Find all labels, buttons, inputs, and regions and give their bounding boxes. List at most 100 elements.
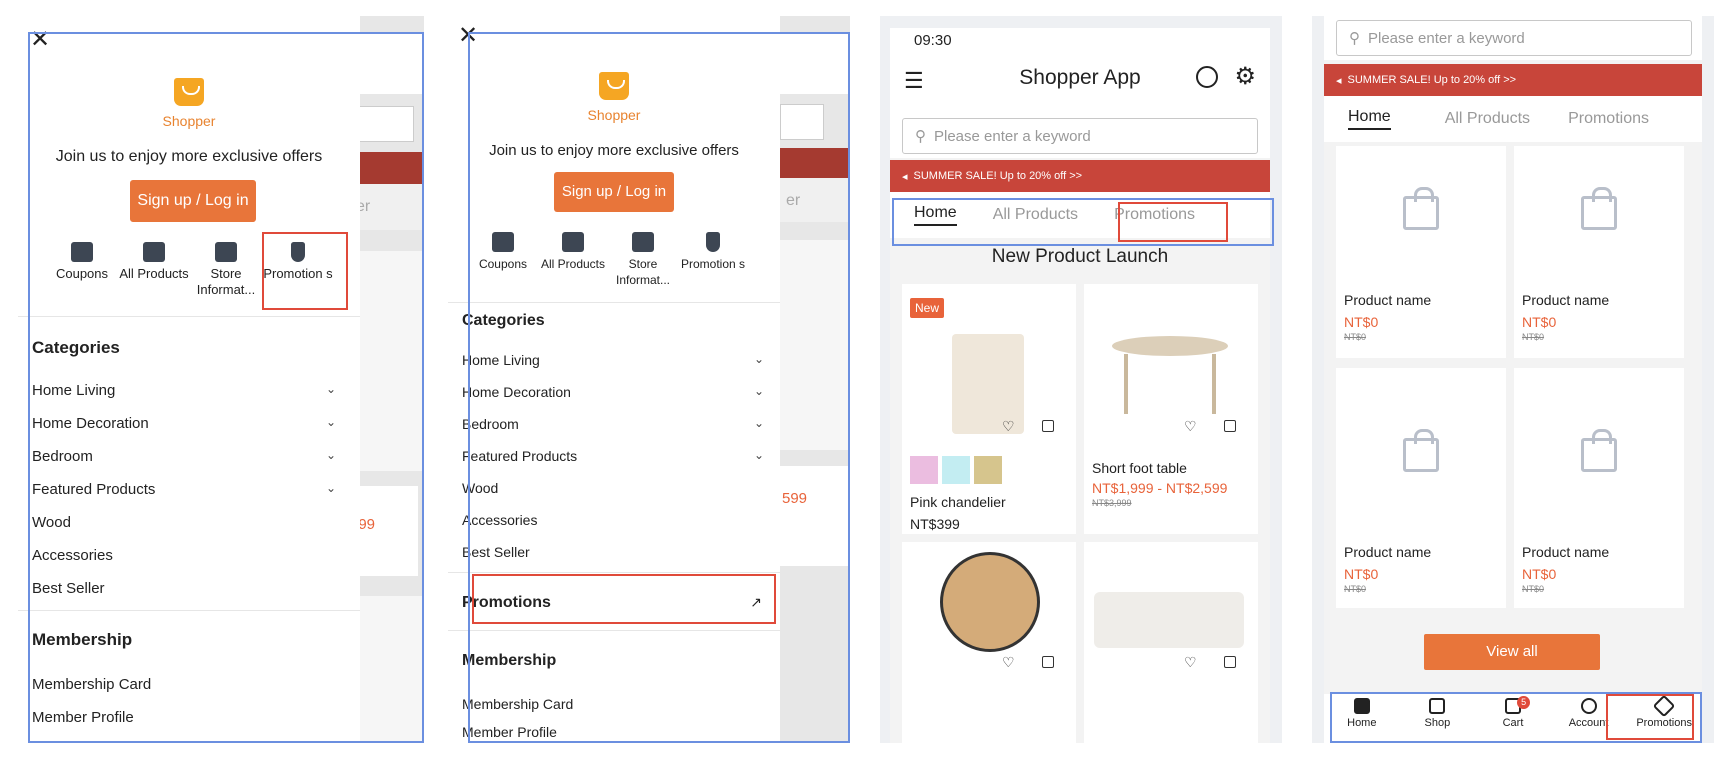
- chevron-down-icon[interactable]: ⌄: [326, 415, 336, 432]
- membership-heading: Membership: [462, 652, 557, 669]
- promotions-link[interactable]: Promotions ↗: [462, 594, 762, 612]
- category-item[interactable]: Home Living ⌄: [462, 352, 764, 368]
- quick-links: Coupons All Products Store Informat... P…: [46, 242, 356, 298]
- membership-item[interactable]: Membership Card: [462, 696, 764, 712]
- quick-link-promotions[interactable]: Promotion s: [262, 242, 334, 298]
- nav-shop[interactable]: Shop: [1400, 694, 1476, 743]
- quick-link-coupons[interactable]: Coupons: [46, 242, 118, 298]
- view-all-button[interactable]: View all: [1424, 634, 1600, 670]
- join-text: Join us to enjoy more exclusive offers: [55, 148, 323, 165]
- swatch-tan[interactable]: [974, 456, 1002, 484]
- chevron-down-icon[interactable]: ⌄: [754, 416, 764, 432]
- signup-login-button[interactable]: Sign up / Log in: [130, 180, 256, 222]
- join-text: Join us to enjoy more exclusive offers: [489, 142, 739, 159]
- nav-label: Cart: [1502, 717, 1524, 729]
- quick-link-coupons[interactable]: Coupons: [468, 232, 538, 288]
- tab-home[interactable]: Home: [914, 204, 957, 226]
- quick-links: Coupons All Products Store Informat... P…: [468, 232, 768, 288]
- close-icon[interactable]: ✕: [458, 24, 478, 48]
- category-item[interactable]: Home Decoration ⌄: [32, 415, 336, 432]
- tab-bar: Home All Products Promotions: [1324, 96, 1702, 142]
- category-item[interactable]: Accessories: [32, 547, 336, 564]
- tab-all-products[interactable]: All Products: [1445, 110, 1530, 128]
- quick-link-promotions[interactable]: Promotion s: [678, 232, 748, 288]
- background-header: [780, 34, 850, 94]
- category-item[interactable]: Bedroom ⌄: [462, 416, 764, 432]
- product-name: Product name: [1522, 292, 1610, 308]
- speaker-icon: ◂: [1336, 74, 1342, 87]
- membership-item[interactable]: Membership Card: [32, 676, 336, 693]
- heart-icon[interactable]: ♡: [1184, 654, 1197, 671]
- chat-icon[interactable]: [1196, 66, 1218, 88]
- quick-link-all-products[interactable]: All Products: [538, 232, 608, 288]
- cart-icon[interactable]: [1224, 656, 1236, 668]
- search-input[interactable]: ⚲ Please enter a keyword: [902, 118, 1258, 154]
- membership-item[interactable]: Member Profile: [462, 724, 764, 740]
- category-label: Wood: [32, 514, 71, 531]
- sale-banner[interactable]: ◂ SUMMER SALE! Up to 20% off >>: [890, 160, 1270, 192]
- category-item[interactable]: Wood: [462, 480, 764, 496]
- product-card[interactable]: Product name NT$0 NT$0: [1336, 146, 1506, 358]
- swatch-pink[interactable]: [910, 456, 938, 484]
- cart-icon[interactable]: [1042, 656, 1054, 668]
- heart-icon[interactable]: ♡: [1002, 418, 1015, 435]
- signup-login-button[interactable]: Sign up / Log in: [554, 172, 674, 212]
- product-card[interactable]: ♡: [902, 542, 1076, 743]
- category-item[interactable]: Featured Products ⌄: [462, 448, 764, 464]
- cart-icon[interactable]: [1224, 420, 1236, 432]
- nav-home[interactable]: Home: [1324, 694, 1400, 743]
- product-card[interactable]: ♡: [1084, 542, 1258, 743]
- chevron-down-icon[interactable]: ⌄: [326, 448, 336, 465]
- product-card[interactable]: Product name NT$0 NT$0: [1336, 368, 1506, 608]
- category-item[interactable]: Home Living ⌄: [32, 382, 336, 399]
- chevron-down-icon[interactable]: ⌄: [326, 481, 336, 498]
- category-item[interactable]: Best Seller: [462, 544, 764, 560]
- quick-link-all-products[interactable]: All Products: [118, 242, 190, 298]
- sale-text: SUMMER SALE! Up to 20% off >>: [1347, 74, 1517, 86]
- chevron-down-icon[interactable]: ⌄: [754, 352, 764, 368]
- tab-home[interactable]: Home: [1348, 108, 1391, 130]
- membership-item[interactable]: Member Profile: [32, 709, 336, 726]
- gear-icon[interactable]: ⚙: [1234, 62, 1256, 91]
- category-item[interactable]: Bedroom ⌄: [32, 448, 336, 465]
- quick-link-label: Promotion s: [263, 266, 333, 281]
- product-card[interactable]: ♡ Short foot table NT$1,999 - NT$2,599 N…: [1084, 284, 1258, 534]
- product-card[interactable]: New ♡ Pink chandelier NT$399: [902, 284, 1076, 534]
- quick-link-store-info[interactable]: Store Informat...: [608, 232, 678, 288]
- product-card[interactable]: Product name NT$0 NT$0: [1514, 368, 1684, 608]
- quick-link-store-info[interactable]: Store Informat...: [190, 242, 262, 298]
- category-item[interactable]: Wood: [32, 514, 336, 531]
- search-icon: ⚲: [915, 128, 926, 145]
- product-old-price: NT$3,999: [1092, 498, 1132, 508]
- product-name: Pink chandelier: [910, 494, 1006, 510]
- tab-promotions[interactable]: Promotions: [1114, 206, 1195, 224]
- swatch-cyan[interactable]: [942, 456, 970, 484]
- panel-promotions: ⚲ Please enter a keyword ◂ SUMMER SALE! …: [1312, 16, 1714, 743]
- product-price: NT$1,999 - NT$2,599: [1092, 480, 1228, 496]
- sale-banner[interactable]: ◂ SUMMER SALE! Up to 20% off >>: [1324, 64, 1702, 96]
- category-item[interactable]: Best Seller: [32, 580, 336, 597]
- chevron-down-icon[interactable]: ⌄: [754, 384, 764, 400]
- tab-promotions[interactable]: Promotions: [1568, 110, 1649, 128]
- shopper-logo: Shopper: [18, 78, 360, 129]
- category-item[interactable]: Featured Products ⌄: [32, 481, 336, 498]
- coupon-icon: [492, 232, 514, 252]
- cart-icon[interactable]: [1042, 420, 1054, 432]
- product-old-price: NT$0: [1522, 332, 1545, 342]
- nav-promotions[interactable]: Promotions: [1626, 694, 1702, 743]
- category-item[interactable]: Home Decoration ⌄: [462, 384, 764, 400]
- close-icon[interactable]: ✕: [30, 28, 50, 52]
- search-input[interactable]: ⚲ Please enter a keyword: [1336, 20, 1692, 56]
- chevron-down-icon[interactable]: ⌄: [754, 448, 764, 464]
- tab-all-products[interactable]: All Products: [993, 206, 1078, 224]
- heart-icon[interactable]: ♡: [1184, 418, 1197, 435]
- category-label: Bedroom: [32, 448, 93, 465]
- sale-text: SUMMER SALE! Up to 20% off >>: [913, 170, 1083, 182]
- nav-label: Home: [1347, 717, 1377, 729]
- category-item[interactable]: Accessories: [462, 512, 764, 528]
- product-card[interactable]: Product name NT$0 NT$0: [1514, 146, 1684, 358]
- nav-cart[interactable]: 5 Cart: [1475, 694, 1551, 743]
- nav-account[interactable]: Account: [1551, 694, 1627, 743]
- chevron-down-icon[interactable]: ⌄: [326, 382, 336, 399]
- heart-icon[interactable]: ♡: [1002, 654, 1015, 671]
